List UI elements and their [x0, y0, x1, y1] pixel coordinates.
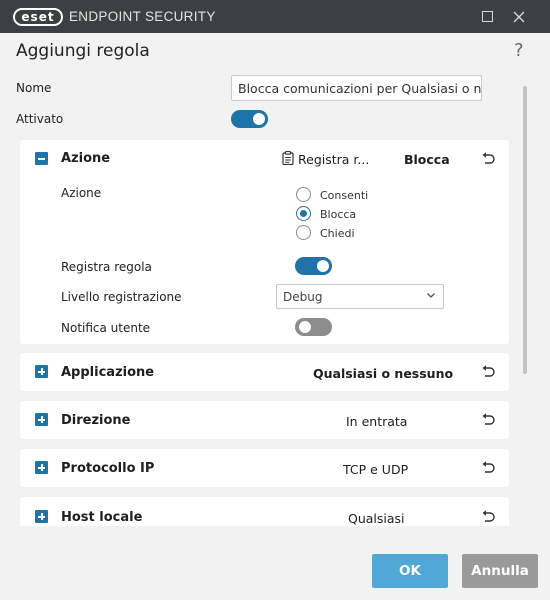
section-value: Blocca: [404, 152, 450, 167]
section-direzione[interactable]: Direzione In entrata: [20, 401, 509, 439]
log-level-label: Livello registrazione: [61, 290, 182, 304]
section-protocollo[interactable]: Protocollo IP TCP e UDP: [20, 449, 509, 487]
cancel-button[interactable]: Annulla: [462, 554, 538, 588]
section-host-locale[interactable]: Host locale Qualsiasi: [20, 497, 509, 526]
help-icon[interactable]: ?: [514, 40, 524, 61]
radio-consenti[interactable]: [296, 187, 311, 202]
revert-icon[interactable]: [480, 364, 496, 380]
log-summary: Registra r...: [298, 152, 370, 167]
expand-icon[interactable]: [35, 413, 48, 426]
expand-icon[interactable]: [35, 461, 48, 474]
clipboard-icon: [282, 151, 294, 165]
collapse-icon[interactable]: [35, 152, 48, 165]
section-value: In entrata: [346, 414, 408, 429]
section-azione-header[interactable]: Azione Registra r... Blocca: [20, 140, 509, 178]
radio-chiedi[interactable]: [296, 225, 311, 240]
maximize-icon: [481, 11, 493, 22]
radio-label-consenti: Consenti: [320, 189, 369, 202]
section-applicazione[interactable]: Applicazione Qualsiasi o nessuno: [20, 353, 509, 391]
section-title: Applicazione: [61, 365, 155, 380]
revert-icon[interactable]: [480, 412, 496, 428]
log-level-select[interactable]: Debug: [276, 284, 444, 309]
radio-label-blocca: Blocca: [320, 208, 357, 221]
expand-icon[interactable]: [35, 510, 48, 523]
section-value: Qualsiasi: [348, 511, 405, 526]
name-input[interactable]: Blocca comunicazioni per Qualsiasi o nes: [231, 75, 482, 101]
action-label: Azione: [61, 186, 102, 200]
section-value: Qualsiasi o nessuno: [313, 366, 454, 381]
maximize-button[interactable]: [470, 0, 504, 33]
app-title: ENDPOINT SECURITY: [69, 9, 216, 24]
notify-label: Notifica utente: [61, 321, 151, 335]
section-title: Protocollo IP: [61, 461, 155, 476]
section-title: Direzione: [61, 413, 131, 428]
page-title: Aggiungi regola: [16, 41, 150, 61]
chevron-down-icon: [427, 293, 435, 298]
scrollbar[interactable]: [523, 86, 527, 374]
section-value: TCP e UDP: [343, 462, 409, 477]
enabled-toggle[interactable]: [231, 110, 268, 128]
expand-icon[interactable]: [35, 365, 48, 378]
section-title: Azione: [61, 151, 111, 166]
radio-blocca[interactable]: [296, 206, 311, 221]
enabled-label: Attivato: [16, 112, 64, 126]
name-label: Nome: [16, 81, 52, 95]
eset-logo: eset: [13, 7, 63, 26]
close-button[interactable]: [502, 0, 536, 33]
revert-icon[interactable]: [480, 509, 496, 525]
title-bar: eset ENDPOINT SECURITY: [0, 0, 550, 33]
log-rule-label: Registra regola: [61, 260, 152, 274]
revert-icon[interactable]: [480, 460, 496, 476]
section-title: Host locale: [61, 510, 143, 525]
ok-button[interactable]: OK: [372, 554, 448, 588]
radio-label-chiedi: Chiedi: [320, 227, 355, 240]
log-rule-toggle[interactable]: [295, 257, 332, 275]
notify-toggle[interactable]: [295, 318, 332, 336]
section-azione: Azione Registra r... Blocca Azione Conse…: [20, 140, 509, 344]
revert-icon[interactable]: [480, 151, 496, 167]
close-icon: [513, 11, 525, 22]
log-level-value: Debug: [283, 289, 323, 304]
